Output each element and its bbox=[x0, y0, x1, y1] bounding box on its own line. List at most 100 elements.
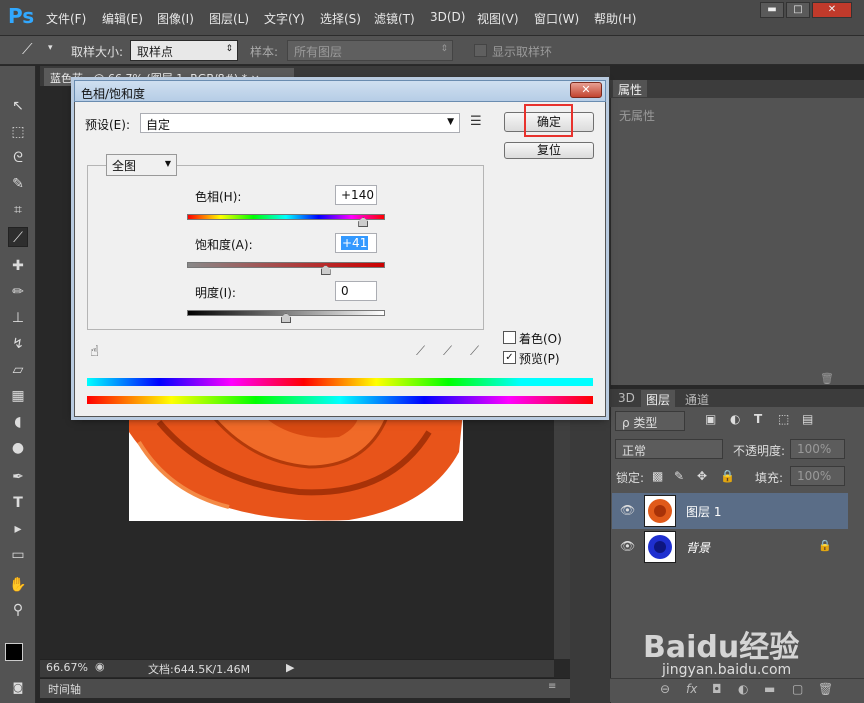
dodge-tool-icon[interactable]: ● bbox=[8, 438, 28, 458]
blend-mode-select[interactable]: 正常 bbox=[615, 439, 723, 459]
adjustment-filter-icon[interactable]: ◐ bbox=[730, 412, 740, 426]
layer-name[interactable]: 图层 1 bbox=[686, 503, 721, 520]
menu-select[interactable]: 选择(S) bbox=[320, 10, 361, 27]
menu-type[interactable]: 文字(Y) bbox=[264, 10, 305, 27]
layer-row[interactable]: 👁 图层 1 bbox=[612, 493, 848, 529]
status-menu-arrow-icon[interactable]: ▶ bbox=[286, 661, 294, 674]
eye-icon[interactable]: 👁 bbox=[620, 503, 635, 517]
smart-filter-icon[interactable]: ▤ bbox=[802, 412, 813, 426]
tab-layers[interactable]: 图层 bbox=[641, 390, 676, 407]
restore-button[interactable]: □ bbox=[786, 2, 810, 18]
lock-pixels-icon[interactable]: ✎ bbox=[674, 469, 684, 483]
layer-filter-select[interactable]: ρ 类型 bbox=[615, 411, 685, 431]
channel-select[interactable]: 全图 ▼ bbox=[106, 154, 177, 176]
zoom-tool-icon[interactable]: ⚲ bbox=[8, 600, 28, 620]
eyedropper-icon[interactable]: ⟋ bbox=[416, 344, 425, 359]
path-select-tool-icon[interactable]: ▸ bbox=[8, 519, 28, 539]
preset-options-icon[interactable]: ☰ bbox=[470, 114, 482, 129]
pen-tool-icon[interactable]: ✒ bbox=[8, 467, 28, 487]
tool-preset-arrow-icon[interactable]: ▾ bbox=[48, 43, 53, 53]
dialog-titlebar[interactable]: 色相/饱和度 bbox=[74, 80, 606, 102]
quick-select-tool-icon[interactable]: ✎ bbox=[8, 174, 28, 194]
status-info-icon[interactable]: ◉ bbox=[95, 660, 105, 673]
eyedropper-tool-icon[interactable]: ⟋ bbox=[8, 227, 28, 247]
lock-transparent-icon[interactable]: ▩ bbox=[652, 469, 663, 483]
fill-input[interactable]: 100% bbox=[790, 466, 845, 486]
saturation-input[interactable]: +41 bbox=[335, 233, 377, 253]
panel-menu-icon[interactable]: ≡ bbox=[548, 681, 556, 692]
lock-all-icon[interactable]: 🔒 bbox=[720, 469, 735, 483]
crop-tool-icon[interactable]: ⌗ bbox=[8, 200, 28, 220]
colorize-checkbox[interactable] bbox=[503, 331, 516, 344]
healing-brush-tool-icon[interactable]: ✚ bbox=[8, 256, 28, 276]
group-icon[interactable]: ▬ bbox=[764, 682, 775, 696]
menu-image[interactable]: 图像(I) bbox=[157, 10, 194, 27]
tab-3d[interactable]: 3D bbox=[613, 390, 640, 407]
tab-channels[interactable]: 通道 bbox=[680, 390, 714, 407]
menu-3d[interactable]: 3D(D) bbox=[430, 10, 465, 24]
stamp-tool-icon[interactable]: ⊥ bbox=[8, 308, 28, 328]
menu-view[interactable]: 视图(V) bbox=[477, 10, 519, 27]
quick-mask-icon[interactable]: ◙ bbox=[8, 678, 28, 698]
brush-tool-icon[interactable]: ✏ bbox=[8, 282, 28, 302]
foreground-color-swatch[interactable] bbox=[5, 643, 23, 661]
menu-window[interactable]: 窗口(W) bbox=[534, 10, 579, 27]
layer-name[interactable]: 背景 bbox=[686, 539, 710, 556]
show-ring-checkbox[interactable] bbox=[474, 44, 487, 57]
document-canvas[interactable] bbox=[129, 412, 463, 521]
eraser-tool-icon[interactable]: ▱ bbox=[8, 360, 28, 380]
menu-help[interactable]: 帮助(H) bbox=[594, 10, 636, 27]
history-brush-tool-icon[interactable]: ↯ bbox=[8, 334, 28, 354]
adjustment-layer-icon[interactable]: ◐ bbox=[738, 682, 748, 696]
menu-layer[interactable]: 图层(L) bbox=[209, 10, 249, 27]
saturation-slider-track[interactable] bbox=[187, 262, 385, 268]
layer-row[interactable]: 👁 背景 🔒 bbox=[612, 529, 848, 565]
timeline-tab[interactable]: 时间轴 bbox=[48, 681, 81, 697]
eyedropper-plus-icon[interactable]: ⟋ bbox=[443, 344, 452, 359]
blur-tool-icon[interactable]: ◖ bbox=[8, 412, 28, 432]
type-filter-icon[interactable]: T bbox=[754, 412, 762, 426]
hue-value: +140 bbox=[341, 188, 374, 202]
trash-icon[interactable]: 🗑 bbox=[820, 372, 834, 385]
sample-size-select[interactable]: 取样点 ⇕ bbox=[130, 40, 238, 61]
marquee-tool-icon[interactable]: ⬚ bbox=[8, 122, 28, 142]
eyedropper-icon[interactable]: ⟋ bbox=[22, 40, 33, 58]
reset-button[interactable]: 复位 bbox=[504, 142, 594, 159]
lock-position-icon[interactable]: ✥ bbox=[697, 469, 707, 483]
move-tool-icon[interactable]: ↖ bbox=[8, 96, 28, 116]
layer-thumbnail bbox=[644, 531, 676, 563]
tab-properties[interactable]: 属性 bbox=[613, 80, 648, 97]
layer-filter-value: ρ 类型 bbox=[622, 416, 658, 430]
opacity-input[interactable]: 100% bbox=[790, 439, 845, 459]
link-layers-icon[interactable]: ⊖ bbox=[660, 682, 670, 696]
fx-icon[interactable]: fx bbox=[686, 682, 697, 696]
eye-icon[interactable]: 👁 bbox=[620, 539, 635, 553]
hue-slider-track[interactable] bbox=[187, 214, 385, 220]
pixel-filter-icon[interactable]: ▣ bbox=[705, 412, 716, 426]
lasso-tool-icon[interactable]: ᘓ bbox=[8, 148, 28, 168]
menu-edit[interactable]: 编辑(E) bbox=[102, 10, 143, 27]
shape-filter-icon[interactable]: ⬚ bbox=[778, 412, 789, 426]
ok-button-highlight bbox=[524, 104, 573, 137]
type-tool-icon[interactable]: T bbox=[8, 493, 28, 513]
close-button[interactable]: ✕ bbox=[812, 2, 852, 18]
gradient-tool-icon[interactable]: ▦ bbox=[8, 386, 28, 406]
mask-icon[interactable]: ◘ bbox=[712, 682, 722, 696]
menu-filter[interactable]: 滤镜(T) bbox=[374, 10, 415, 27]
targeted-adjust-hand-icon[interactable]: ☝ bbox=[90, 342, 99, 360]
preset-select[interactable]: 自定 ▼ bbox=[140, 113, 460, 133]
menu-file[interactable]: 文件(F) bbox=[46, 10, 86, 27]
new-layer-icon[interactable]: ▢ bbox=[792, 682, 803, 696]
dialog-close-button[interactable]: ✕ bbox=[570, 82, 602, 98]
zoom-level[interactable]: 66.67% bbox=[46, 661, 88, 674]
eyedropper-minus-icon[interactable]: ⟋ bbox=[470, 344, 479, 359]
hue-label: 色相(H): bbox=[195, 190, 242, 204]
lightness-input[interactable]: 0 bbox=[335, 281, 377, 301]
delete-layer-icon[interactable]: 🗑 bbox=[818, 682, 833, 696]
hue-input[interactable]: +140 bbox=[335, 185, 377, 205]
minimize-button[interactable]: ▬ bbox=[760, 2, 784, 18]
hand-tool-icon[interactable]: ✋ bbox=[8, 575, 28, 595]
preview-checkbox[interactable]: ✓ bbox=[503, 351, 516, 364]
shape-tool-icon[interactable]: ▭ bbox=[8, 545, 28, 565]
sample-select[interactable]: 所有图层 ⇕ bbox=[287, 40, 453, 61]
